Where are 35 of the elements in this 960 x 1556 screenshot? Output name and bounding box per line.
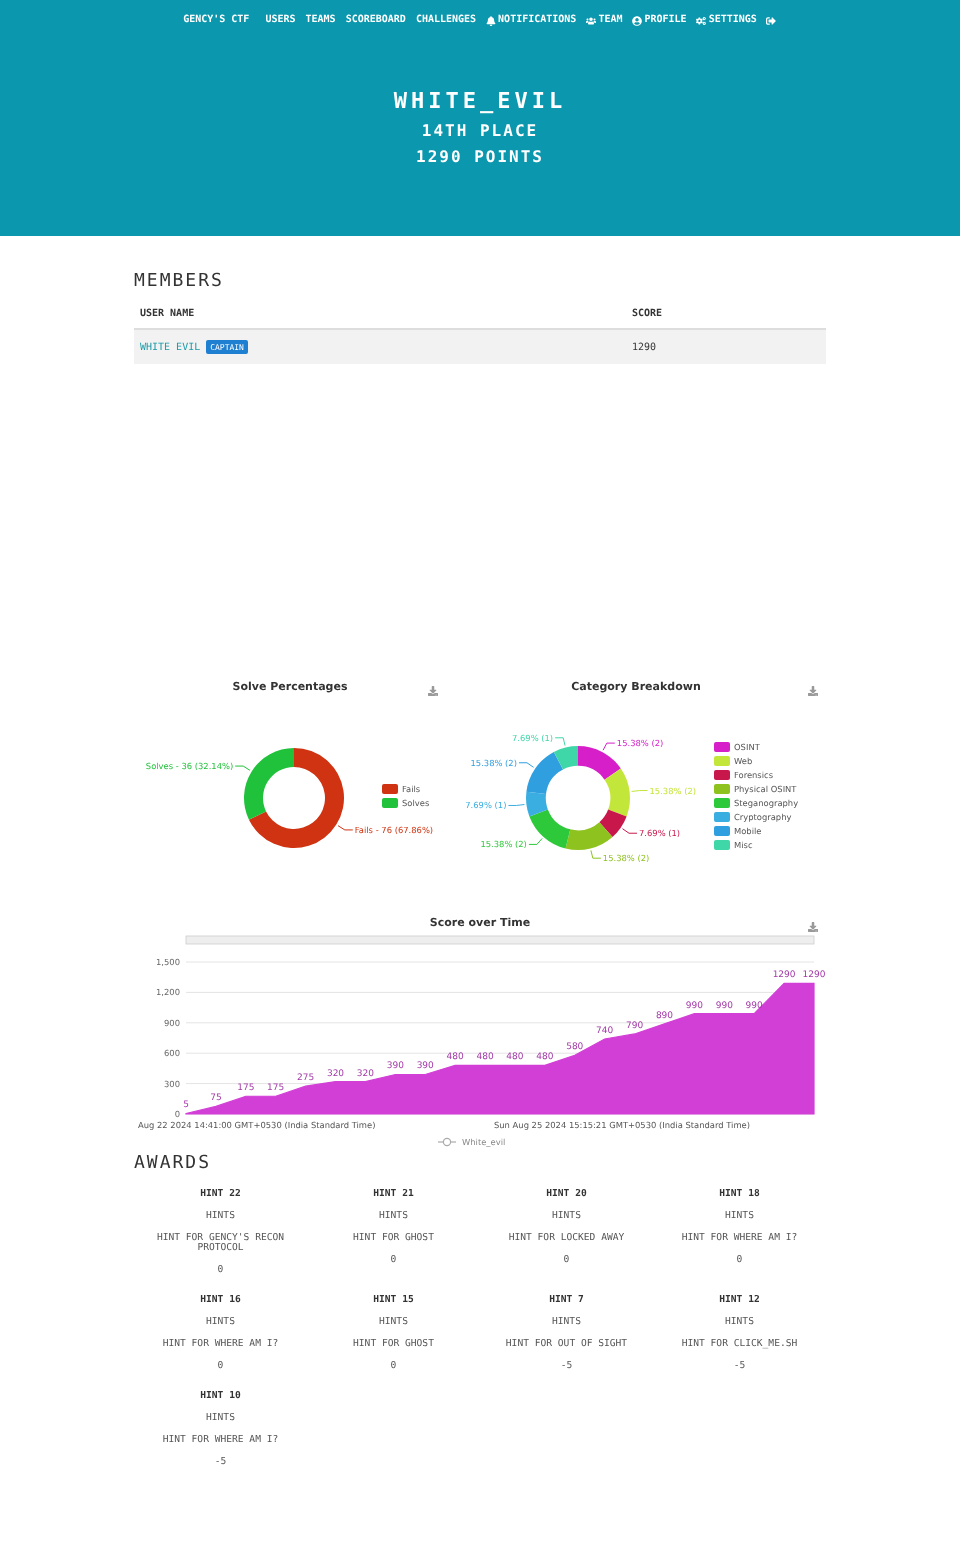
bell-icon bbox=[486, 15, 497, 25]
zoom-slider[interactable] bbox=[185, 935, 815, 945]
download-icon[interactable] bbox=[808, 686, 818, 696]
download-icon[interactable] bbox=[428, 686, 438, 696]
section-heading: MEMBERS bbox=[134, 272, 226, 292]
leader-line bbox=[528, 837, 543, 845]
team-icon bbox=[586, 15, 597, 25]
legend-swatch[interactable] bbox=[382, 784, 398, 794]
leader-line bbox=[602, 742, 616, 751]
leader-line bbox=[337, 825, 354, 831]
legend-swatch[interactable] bbox=[714, 742, 730, 752]
leader-line bbox=[621, 828, 638, 834]
leader-line bbox=[507, 804, 525, 806]
legend-swatch[interactable] bbox=[382, 798, 398, 808]
leader-line bbox=[590, 849, 602, 859]
leader-line bbox=[631, 790, 649, 792]
team-place: 14TH PLACE bbox=[421, 122, 539, 140]
team-points: 1290 POINTS bbox=[416, 148, 544, 166]
legend-swatch[interactable] bbox=[714, 798, 730, 808]
leader-line bbox=[518, 762, 535, 768]
settings-icon bbox=[696, 15, 707, 25]
section-heading: AWARDS bbox=[134, 1154, 214, 1174]
legend-swatch[interactable] bbox=[714, 840, 730, 850]
legend-swatch[interactable] bbox=[714, 812, 730, 822]
download-icon[interactable] bbox=[808, 922, 818, 932]
legend-swatch[interactable] bbox=[714, 770, 730, 780]
logout-icon[interactable] bbox=[766, 15, 777, 25]
leader-line bbox=[234, 765, 251, 771]
legend-swatch[interactable] bbox=[714, 784, 730, 794]
profile-icon bbox=[632, 15, 643, 25]
team-name: WHITE_EVIL bbox=[393, 88, 567, 114]
legend-swatch[interactable] bbox=[714, 826, 730, 836]
leader-line bbox=[554, 737, 566, 747]
legend-swatch[interactable] bbox=[714, 756, 730, 766]
legend-marker-icon[interactable] bbox=[437, 1137, 457, 1147]
